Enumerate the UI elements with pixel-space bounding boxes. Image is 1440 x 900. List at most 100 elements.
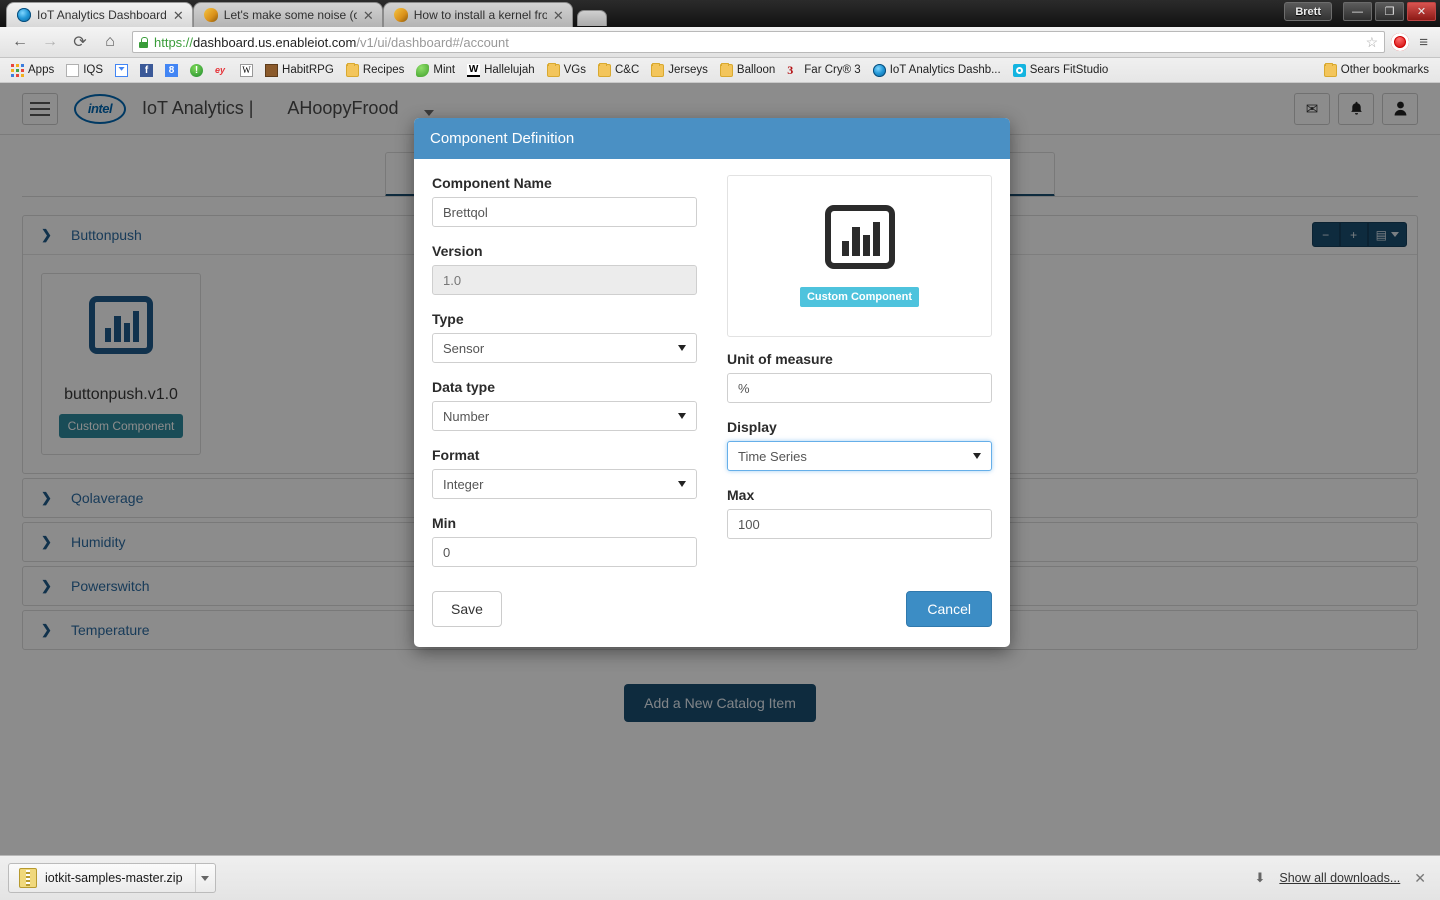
- forward-icon[interactable]: →: [38, 30, 62, 54]
- bookmark-iqs[interactable]: IQS: [61, 62, 108, 79]
- new-tab-button[interactable]: [576, 10, 607, 26]
- exclamation-icon: !: [190, 63, 204, 77]
- facebook-icon: f: [140, 63, 154, 77]
- bookmark-label: IoT Analytics Dashb...: [889, 64, 1001, 76]
- type-select[interactable]: Sensor: [432, 333, 697, 363]
- close-icon[interactable]: ✕: [363, 9, 374, 22]
- download-item[interactable]: iotkit-samples-master.zip: [8, 863, 216, 893]
- restore-button[interactable]: ❐: [1375, 2, 1404, 21]
- bookmark-recipes[interactable]: Recipes: [341, 62, 410, 79]
- bookmark-sears[interactable]: Sears FitStudio: [1008, 62, 1114, 79]
- bookmark-mint[interactable]: Mint: [411, 62, 460, 79]
- dialog-right-column: Custom Component Unit of measure % Displ…: [727, 175, 992, 567]
- bookmark-label: C&C: [615, 64, 640, 76]
- browser-tab-title: How to install a kernel fro: [413, 8, 547, 22]
- back-icon[interactable]: ←: [8, 30, 32, 54]
- bookmark-inbox[interactable]: [110, 62, 133, 79]
- other-bookmarks-button[interactable]: Other bookmarks: [1319, 62, 1434, 79]
- component-preview: Custom Component: [727, 175, 992, 337]
- bookmark-farcry[interactable]: 3 Far Cry® 3: [782, 62, 865, 79]
- chevron-down-icon: [973, 453, 981, 459]
- browser-tabstrip: IoT Analytics Dashboard ✕ Let's make som…: [0, 0, 607, 27]
- max-input[interactable]: 100: [727, 509, 992, 539]
- browser-menu-icon[interactable]: ≡: [1415, 34, 1432, 51]
- browser-tab-0[interactable]: IoT Analytics Dashboard ✕: [6, 2, 193, 27]
- dialog-left-column: Component Name Brettqol Version 1.0 Type…: [432, 175, 697, 567]
- preview-badge: Custom Component: [799, 287, 920, 307]
- browser-tab-title: Let's make some noise (or: [223, 8, 357, 22]
- mint-leaf-icon: [416, 63, 430, 77]
- farcry-icon: 3: [787, 62, 794, 77]
- folder-icon: [719, 62, 733, 77]
- close-icon[interactable]: ✕: [553, 9, 564, 22]
- bookmark-star-icon[interactable]: ☆: [1366, 34, 1379, 51]
- dialog-body: Component Name Brettqol Version 1.0 Type…: [414, 159, 1010, 587]
- display-select[interactable]: Time Series: [727, 441, 992, 471]
- type-select-value: Sensor: [443, 340, 485, 356]
- bookmark-wikipedia[interactable]: W: [235, 62, 258, 79]
- url-scheme: https://: [154, 34, 194, 50]
- mango-favicon: [393, 8, 408, 22]
- format-label: Format: [432, 447, 480, 463]
- sears-icon: [1012, 63, 1026, 77]
- data-type-select[interactable]: Number: [432, 401, 697, 431]
- bookmark-label: Sears FitStudio: [1029, 64, 1109, 76]
- bookmark-label: HabitRPG: [282, 64, 334, 76]
- bookmark-vgs[interactable]: VGs: [542, 62, 591, 79]
- component-definition-dialog: Component Definition Component Name Bret…: [414, 118, 1010, 647]
- bookmark-label: IQS: [83, 64, 104, 76]
- bookmark-apps[interactable]: Apps: [6, 62, 59, 79]
- version-label: Version: [432, 243, 483, 259]
- bookmark-cc[interactable]: C&C: [593, 62, 644, 79]
- format-select[interactable]: Integer: [432, 469, 697, 499]
- bookmark-iot-dashboard[interactable]: IoT Analytics Dashb...: [868, 62, 1006, 79]
- cancel-button[interactable]: Cancel: [906, 591, 992, 627]
- reload-icon[interactable]: ⟳: [68, 30, 92, 54]
- w-underline-icon: W: [467, 63, 481, 77]
- user-profile-chip[interactable]: Brett: [1284, 2, 1332, 21]
- download-menu-button[interactable]: [194, 864, 215, 892]
- close-window-button[interactable]: ✕: [1407, 2, 1436, 21]
- download-arrow-icon: ⬇: [1254, 870, 1266, 885]
- close-icon[interactable]: ✕: [173, 9, 184, 22]
- bookmark-label: Apps: [28, 64, 55, 76]
- data-type-label: Data type: [432, 379, 496, 395]
- bookmark-label: Mint: [433, 64, 456, 76]
- download-bar: iotkit-samples-master.zip ⬇ Show all dow…: [0, 855, 1440, 900]
- bookmark-hallelujah[interactable]: W Hallelujah: [462, 62, 540, 79]
- minimize-button[interactable]: —: [1343, 2, 1372, 21]
- component-name-input[interactable]: Brettqol: [432, 197, 697, 227]
- bookmark-label: Balloon: [736, 64, 776, 76]
- bookmark-facebook[interactable]: f: [135, 62, 158, 79]
- version-input: 1.0: [432, 265, 697, 295]
- bookmark-balloon[interactable]: Balloon: [715, 62, 780, 79]
- wikipedia-icon: W: [240, 63, 254, 77]
- browser-toolbar: ← → ⟳ ⌂ https://dashboard.us.enableiot.c…: [0, 27, 1440, 58]
- component-name-label: Component Name: [432, 175, 552, 191]
- bookmark-jerseys[interactable]: Jerseys: [646, 62, 713, 79]
- bookmark-ebay[interactable]: ey: [210, 62, 233, 79]
- min-input[interactable]: 0: [432, 537, 697, 567]
- browser-tab-2[interactable]: How to install a kernel fro ✕: [382, 2, 573, 27]
- bookmark-google[interactable]: 8: [160, 62, 183, 79]
- browser-tab-1[interactable]: Let's make some noise (or ✕: [192, 2, 383, 27]
- address-bar[interactable]: https://dashboard.us.enableiot.com/v1/ui…: [132, 31, 1386, 53]
- display-select-value: Time Series: [738, 448, 807, 464]
- chevron-down-icon: [201, 875, 210, 881]
- extension-icon[interactable]: [1391, 33, 1410, 51]
- show-all-downloads-link[interactable]: Show all downloads...: [1279, 871, 1400, 885]
- bookmark-habitrpg[interactable]: HabitRPG: [260, 62, 339, 79]
- save-button[interactable]: Save: [432, 591, 502, 627]
- bookmarks-bar: Apps IQS f 8 ! ey W HabitRPG Recipes Min…: [0, 58, 1440, 83]
- ebay-icon: ey: [215, 64, 226, 75]
- folder-icon: [546, 62, 560, 77]
- close-download-bar-button[interactable]: ✕: [1414, 870, 1426, 887]
- home-icon[interactable]: ⌂: [98, 30, 122, 54]
- max-label: Max: [727, 487, 755, 503]
- unit-of-measure-input[interactable]: %: [727, 373, 992, 403]
- window-controls: Brett — ❐ ✕: [1284, 2, 1436, 21]
- dialog-footer: Save Cancel: [414, 587, 1010, 647]
- folder-icon: [1323, 62, 1337, 77]
- bookmark-label: Jerseys: [668, 64, 708, 76]
- bookmark-exclamation[interactable]: !: [185, 62, 208, 79]
